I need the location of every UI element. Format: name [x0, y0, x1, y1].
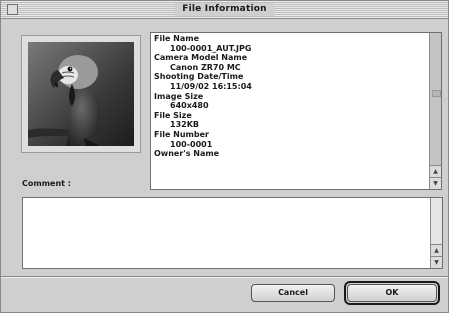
scroll-grip[interactable]	[432, 90, 441, 97]
info-list-content: File Name 100-0001_AUT.JPG Camera Model …	[154, 34, 427, 159]
file-info-list[interactable]: File Name 100-0001_AUT.JPG Camera Model …	[150, 32, 442, 190]
info-entry: File Number 100-0001	[154, 130, 427, 149]
down-arrow-icon[interactable]: ▼	[431, 256, 442, 268]
info-entry: Owner's Name	[154, 149, 427, 159]
file-size-value: 132KB	[170, 120, 199, 130]
divider	[1, 276, 448, 278]
down-arrow-icon[interactable]: ▼	[430, 177, 441, 189]
info-entry: File Name 100-0001_AUT.JPG	[154, 34, 427, 53]
shooting-date-label: Shooting Date/Time	[154, 72, 244, 82]
file-name-label: File Name	[154, 34, 200, 43]
comment-label: Comment :	[22, 179, 71, 188]
info-entry: File Size 132KB	[154, 111, 427, 130]
comment-field[interactable]: ▲ ▼	[22, 197, 443, 269]
owner-name-label: Owner's Name	[154, 149, 220, 159]
ok-button[interactable]: OK	[347, 284, 437, 302]
image-size-label: Image Size	[154, 91, 204, 101]
thumbnail-frame	[21, 35, 141, 153]
info-entry: Shooting Date/Time 11/09/02 16:15:04	[154, 72, 427, 91]
window-title: File Information	[175, 3, 274, 16]
file-information-dialog: File Information File Name 100-0001_AUT.…	[0, 0, 449, 313]
title-bar[interactable]: File Information	[1, 1, 448, 19]
file-name-value: 100-0001_AUT.JPG	[170, 43, 252, 53]
up-arrow-icon[interactable]: ▲	[430, 165, 441, 177]
up-arrow-icon[interactable]: ▲	[431, 244, 442, 256]
camera-model-label: Camera Model Name	[154, 53, 248, 63]
file-number-value: 100-0001	[170, 139, 213, 149]
info-entry: Camera Model Name Canon ZR70 MC	[154, 53, 427, 72]
comment-scrollbar[interactable]: ▲ ▼	[430, 198, 442, 268]
parrot-photo	[28, 42, 134, 146]
title-wrap: File Information	[1, 1, 448, 18]
info-entry: Image Size 640x480	[154, 92, 427, 111]
shooting-date-value: 11/09/02 16:15:04	[170, 81, 252, 91]
file-size-label: File Size	[154, 110, 192, 120]
cancel-button[interactable]: Cancel	[251, 284, 335, 302]
camera-model-value: Canon ZR70 MC	[170, 62, 241, 72]
file-number-label: File Number	[154, 129, 209, 139]
image-size-value: 640x480	[170, 101, 209, 111]
info-scrollbar[interactable]: ▲ ▼	[429, 33, 441, 189]
